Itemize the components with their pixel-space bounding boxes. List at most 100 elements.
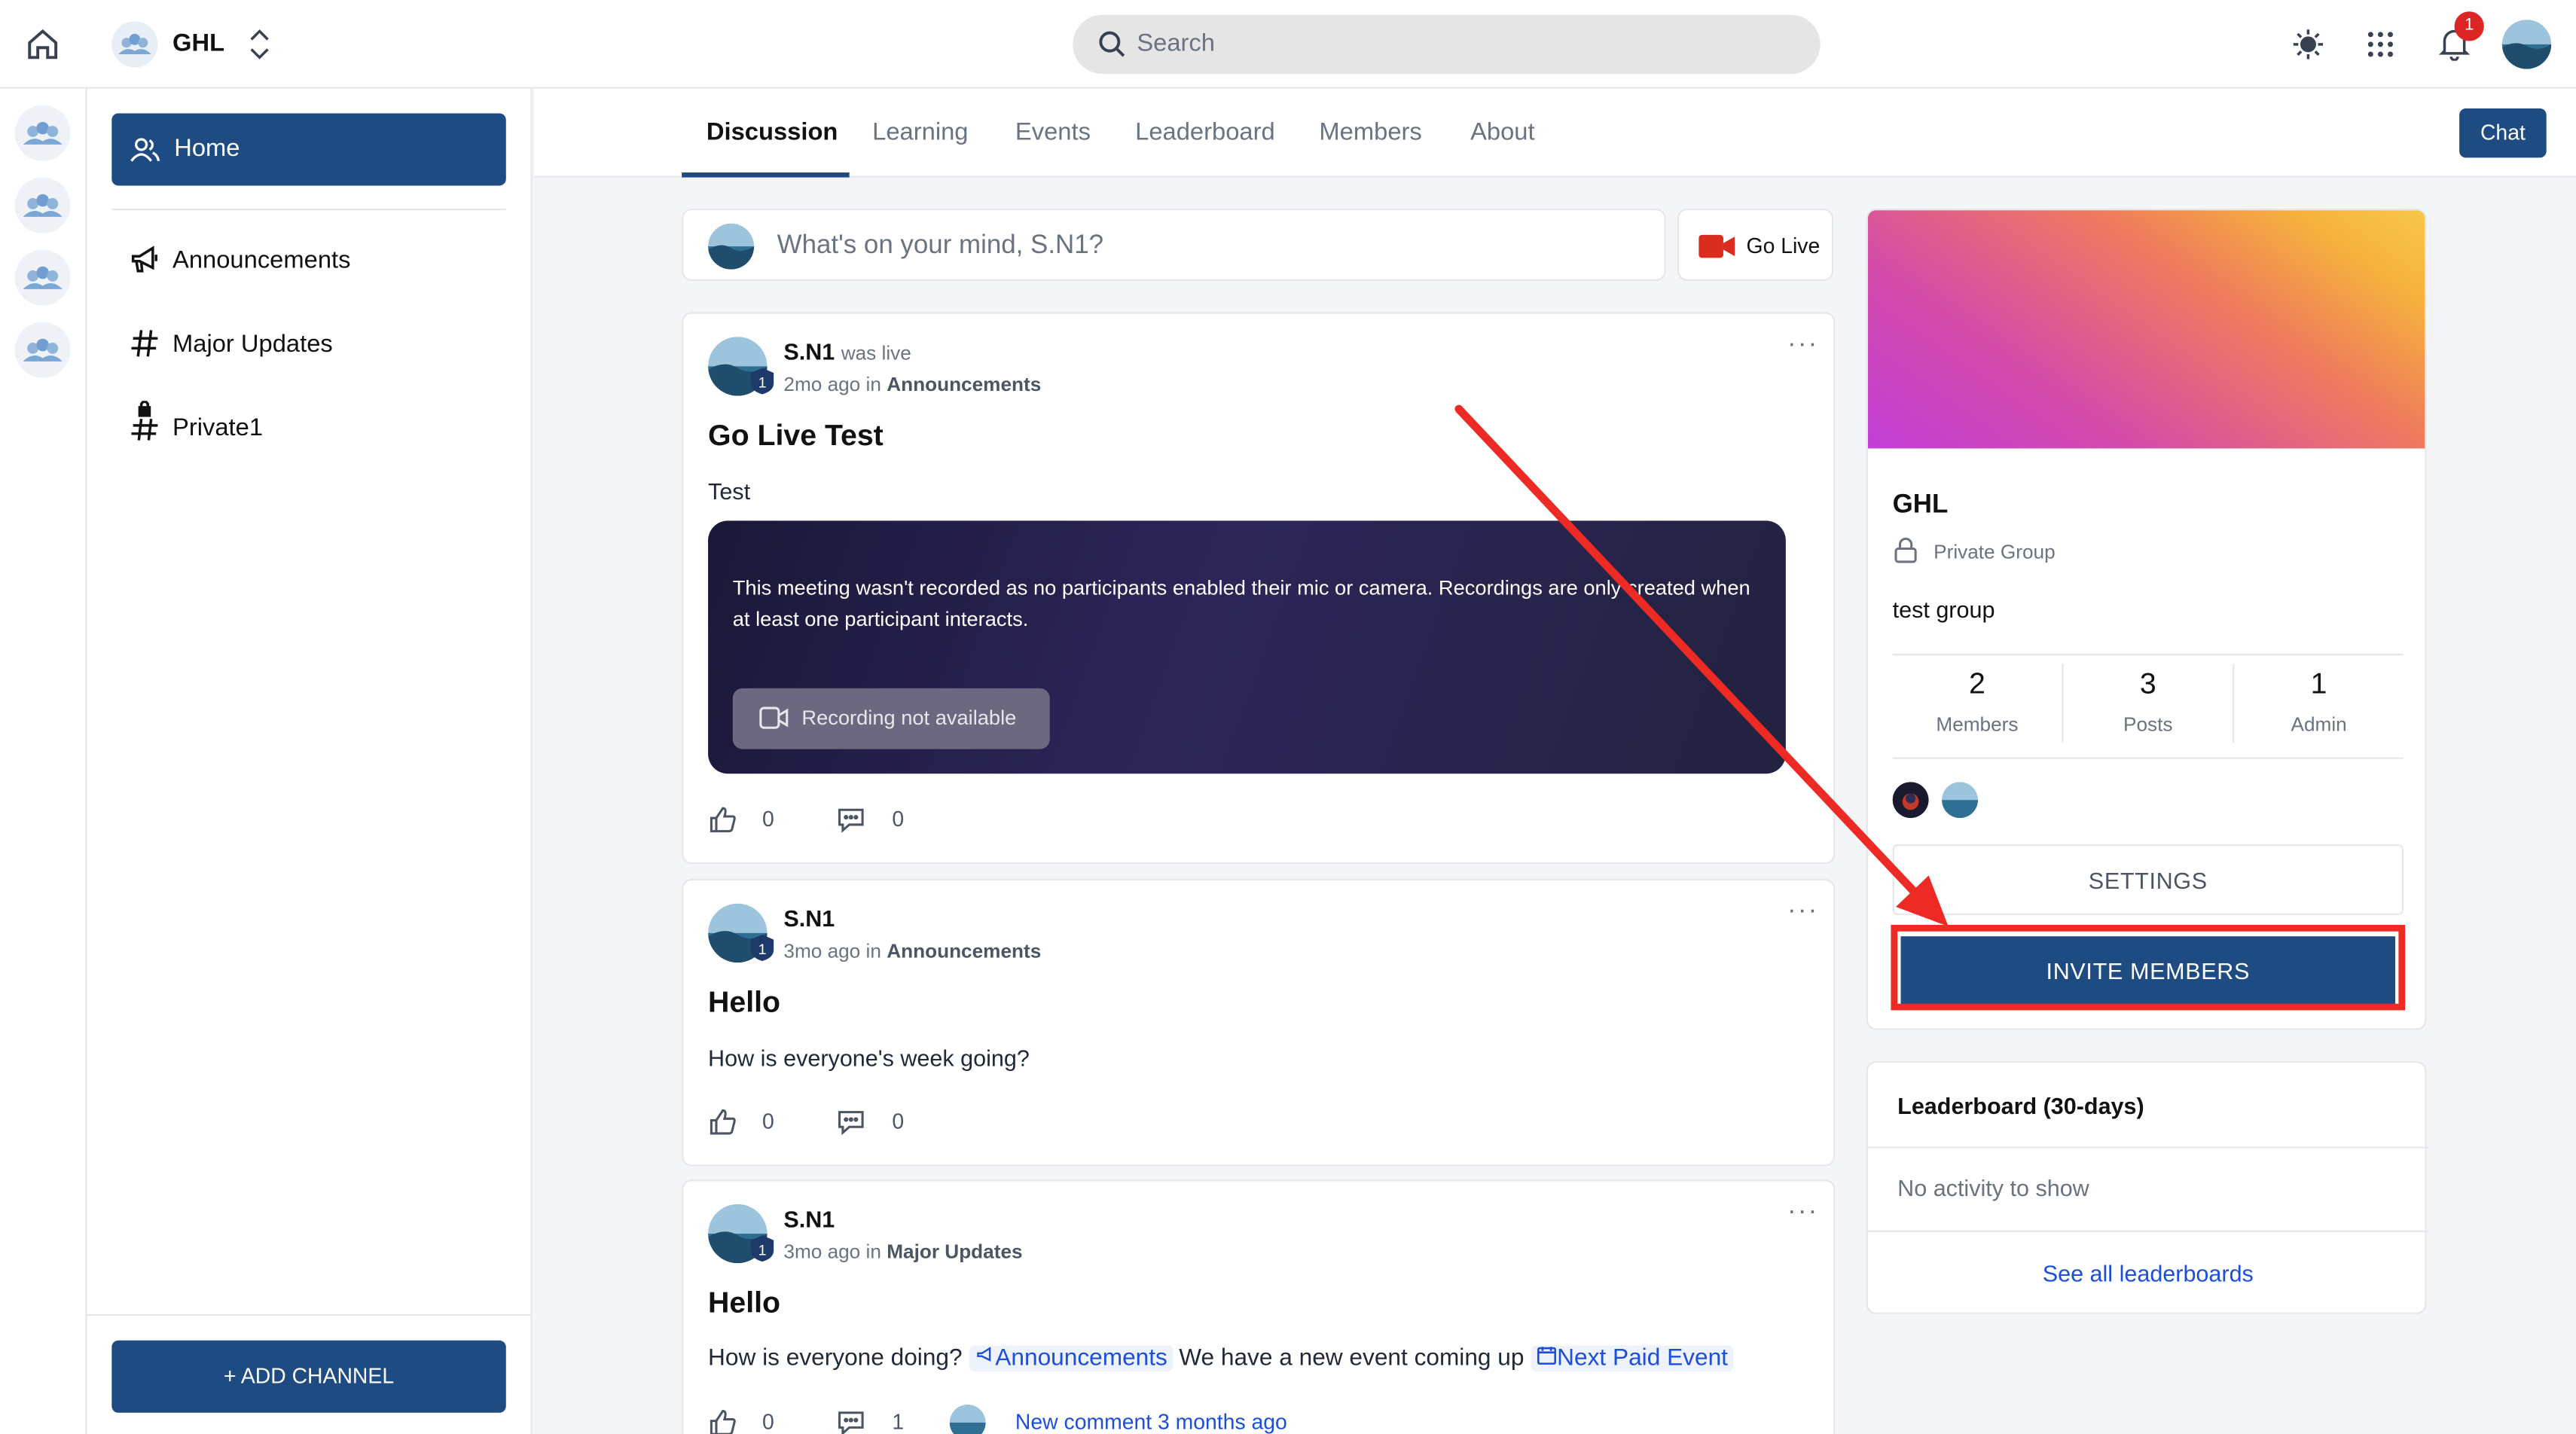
post-channel[interactable]: Announcements xyxy=(887,373,1041,396)
more-options-icon[interactable]: ··· xyxy=(1787,897,1818,926)
post-status: was live xyxy=(841,341,911,365)
sidebar-item-major-updates[interactable]: Major Updates xyxy=(111,314,505,374)
post-channel[interactable]: Major Updates xyxy=(887,1240,1022,1264)
sidebar-item-private1[interactable]: Private1 xyxy=(111,398,505,457)
more-options-icon[interactable]: ··· xyxy=(1787,330,1818,359)
post-meta: 3mo ago in Announcements xyxy=(783,940,1041,963)
post-author[interactable]: S.N1 xyxy=(783,338,835,365)
divider xyxy=(1892,757,2404,759)
go-live-label: Go Live xyxy=(1746,233,1821,258)
thumbs-up-icon[interactable] xyxy=(708,1408,737,1434)
rail-group-item[interactable] xyxy=(14,322,71,378)
recording-message: This meeting wasn't recorded as no parti… xyxy=(732,576,1750,631)
group-people-icon xyxy=(23,194,63,217)
highlight-box xyxy=(1891,924,2406,1011)
group-people-icon xyxy=(23,338,63,362)
settings-button[interactable]: SETTINGS xyxy=(1892,844,2404,915)
post-body: How is everyone doing? Announcements We … xyxy=(708,1345,1733,1372)
new-comment-link[interactable]: New comment 3 months ago xyxy=(1015,1409,1287,1434)
comment-icon[interactable] xyxy=(836,805,865,834)
stat-members[interactable]: 2 Members xyxy=(1893,667,2062,737)
post-body: Test xyxy=(708,477,751,505)
more-options-icon[interactable]: ··· xyxy=(1787,1198,1818,1227)
comment-icon[interactable] xyxy=(836,1408,865,1434)
go-live-button[interactable]: Go Live xyxy=(1677,208,1834,281)
member-avatar[interactable] xyxy=(1942,782,1979,819)
tab-leaderboard[interactable]: Leaderboard xyxy=(1135,118,1275,146)
sidebar-item-home[interactable]: Home xyxy=(111,113,506,186)
add-channel-button[interactable]: + ADD CHANNEL xyxy=(111,1340,506,1413)
event-mention-link[interactable]: Next Paid Event xyxy=(1531,1345,1733,1372)
rail-group-item[interactable] xyxy=(14,249,71,306)
post-time: 3mo ago xyxy=(783,1240,861,1264)
users-icon xyxy=(130,138,160,162)
thumbs-up-icon[interactable] xyxy=(708,805,737,834)
post-title: Hello xyxy=(708,1286,781,1320)
post-time: 2mo ago xyxy=(783,373,861,396)
mention-label: Next Paid Event xyxy=(1557,1345,1728,1372)
user-avatar[interactable] xyxy=(2501,20,2552,69)
sidebar-item-label: Private1 xyxy=(172,413,264,442)
sun-icon[interactable] xyxy=(2290,26,2326,63)
thumbs-up-icon[interactable] xyxy=(708,1107,737,1137)
post-in-label: in xyxy=(865,939,881,963)
stat-value: 3 xyxy=(2139,667,2156,700)
see-all-leaderboards-link[interactable]: See all leaderboards xyxy=(1868,1260,2428,1286)
post-composer[interactable]: What's on your mind, S.N1? xyxy=(682,208,1666,281)
level-badge-icon: 1 xyxy=(750,935,774,961)
avatar xyxy=(949,1404,986,1434)
tab-events[interactable]: Events xyxy=(1015,118,1091,146)
apps-grid-icon[interactable] xyxy=(2366,29,2395,59)
home-icon[interactable] xyxy=(23,25,63,64)
top-bar: GHL Search 1 xyxy=(0,0,2576,89)
stat-posts[interactable]: 3 Posts xyxy=(2063,667,2233,737)
sidebar-item-announcements[interactable]: Announcements xyxy=(111,230,505,289)
tab-members[interactable]: Members xyxy=(1319,118,1421,146)
like-count: 0 xyxy=(762,1109,774,1133)
leaderboard-title: Leaderboard (30-days) xyxy=(1897,1092,2144,1119)
stat-admin[interactable]: 1 Admin xyxy=(2234,667,2404,737)
post-title: Go Live Test xyxy=(708,419,884,452)
search-input[interactable]: Search xyxy=(1073,14,1821,75)
rail-group-item[interactable] xyxy=(14,105,71,161)
comment-count: 0 xyxy=(892,806,905,831)
sidebar-item-label: Home xyxy=(174,134,240,163)
chevron-up-down-icon[interactable] xyxy=(246,28,273,61)
channel-mention-link[interactable]: Announcements xyxy=(969,1345,1173,1372)
like-count: 0 xyxy=(762,1409,774,1434)
chat-button[interactable]: Chat xyxy=(2459,108,2547,158)
video-camera-icon xyxy=(1699,234,1735,258)
like-count: 0 xyxy=(762,806,774,831)
post-author[interactable]: S.N1 xyxy=(783,905,835,932)
group-card-name: GHL xyxy=(1892,491,1949,520)
member-avatar[interactable] xyxy=(1892,782,1929,819)
lock-icon xyxy=(1894,537,1917,563)
group-logo[interactable] xyxy=(111,21,158,68)
rail-group-item[interactable] xyxy=(14,177,71,233)
sidebar-footer-divider xyxy=(87,1313,533,1317)
sidebar-divider xyxy=(111,208,506,211)
post-meta: 3mo ago in Major Updates xyxy=(783,1240,1022,1264)
search-icon xyxy=(1099,31,1125,57)
calendar-icon xyxy=(1537,1347,1556,1365)
leaderboard-empty-text: No activity to show xyxy=(1897,1174,2089,1201)
post-channel[interactable]: Announcements xyxy=(887,940,1041,963)
stat-label: Admin xyxy=(2291,712,2347,737)
group-privacy: Private Group xyxy=(1934,540,2056,564)
group-name[interactable]: GHL xyxy=(172,29,224,57)
tab-about[interactable]: About xyxy=(1470,118,1535,146)
post-title: Hello xyxy=(708,985,781,1019)
comment-icon[interactable] xyxy=(836,1107,865,1137)
post-body-text: We have a new event coming up xyxy=(1179,1345,1525,1372)
post-author[interactable]: S.N1 xyxy=(783,1206,835,1232)
post-body: How is everyone's week going? xyxy=(708,1045,1030,1072)
tab-discussion[interactable]: Discussion xyxy=(707,118,838,146)
megaphone-icon xyxy=(131,246,157,273)
tab-learning[interactable]: Learning xyxy=(872,118,968,146)
divider xyxy=(1867,1230,2428,1232)
recording-panel: This meeting wasn't recorded as no parti… xyxy=(708,520,1786,774)
post-in-label: in xyxy=(865,373,881,396)
active-tab-indicator xyxy=(682,172,850,178)
svg-text:1: 1 xyxy=(758,375,767,392)
recording-not-available-button: Recording not available xyxy=(732,688,1050,749)
